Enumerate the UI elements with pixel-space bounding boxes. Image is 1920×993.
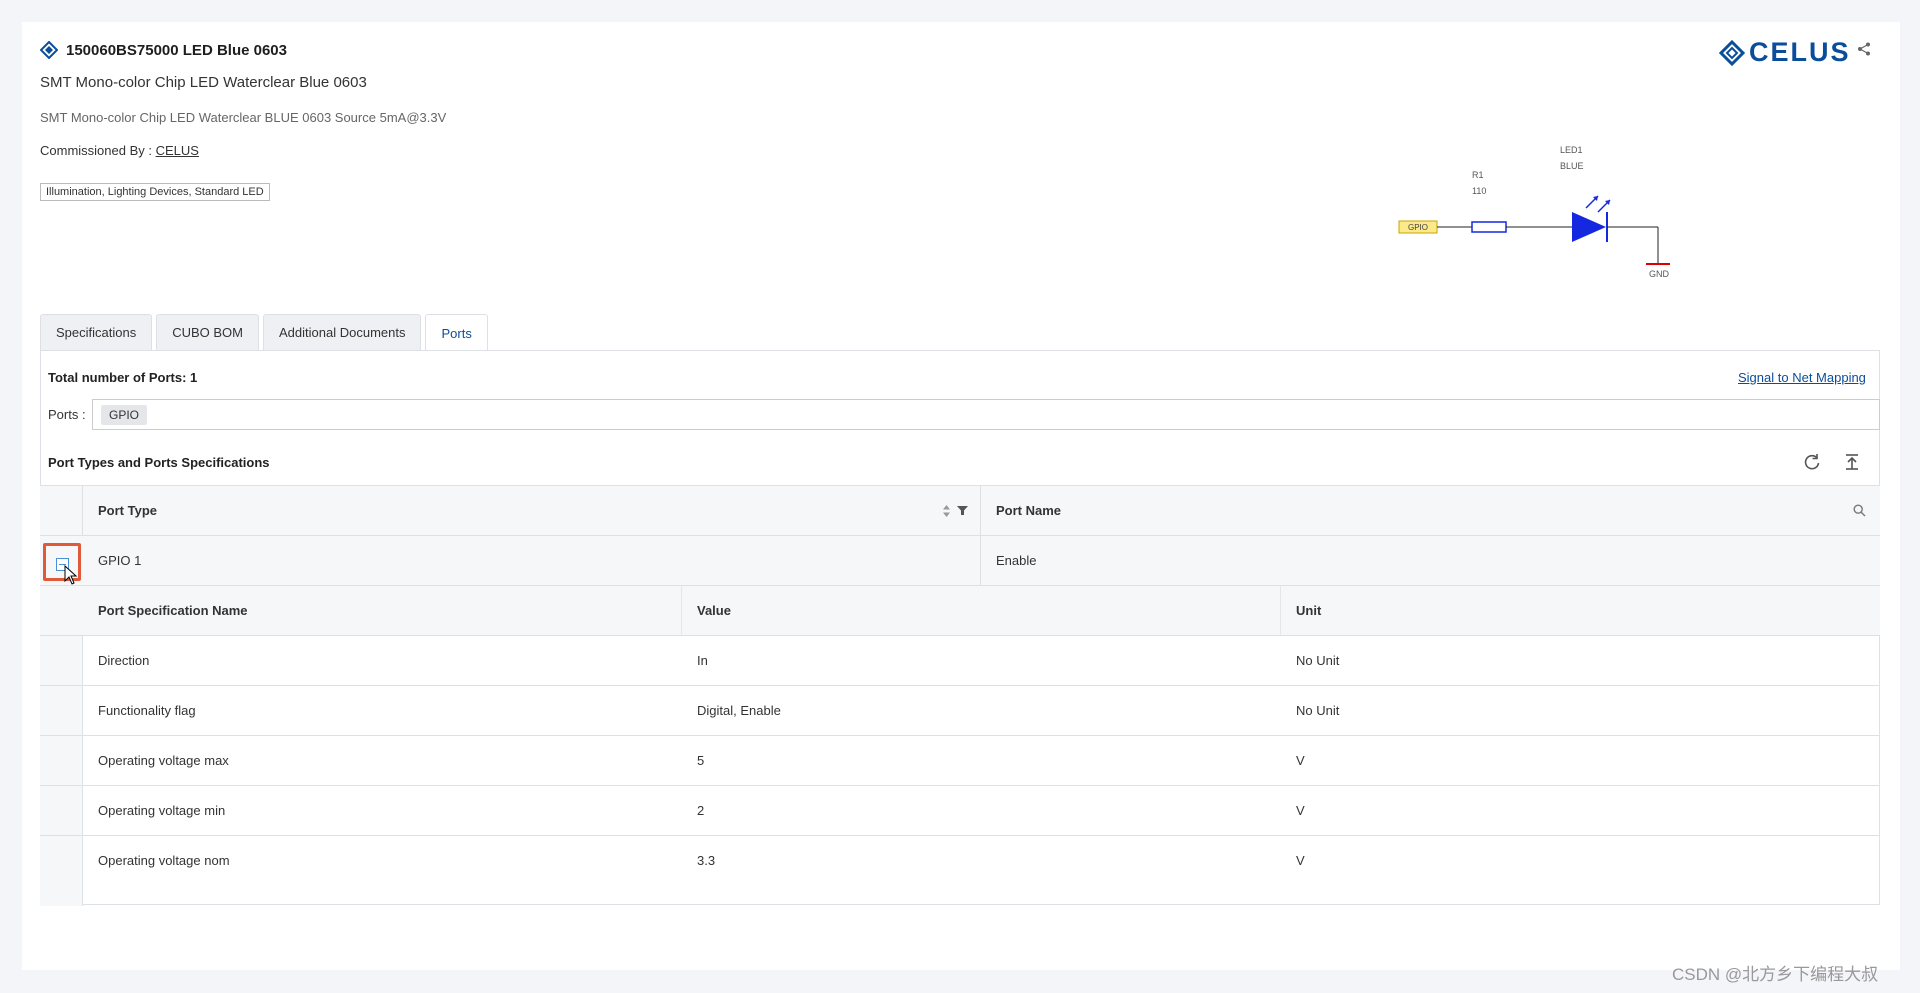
- export-icon[interactable]: [1842, 452, 1862, 472]
- port-type-header-label: Port Type: [98, 503, 157, 518]
- part-diamond-icon: [40, 41, 58, 59]
- table-row[interactable]: GPIO 1 Enable: [40, 536, 1880, 586]
- commissioned-label: Commissioned By :: [40, 143, 152, 158]
- spec-value-cell: In: [697, 653, 708, 668]
- spec-unit-cell: V: [1296, 753, 1305, 768]
- port-types-grid: Port Type Port Name GPIO 1 Enable Port S…: [40, 485, 1880, 906]
- port-name-header[interactable]: Port Name: [981, 486, 1880, 535]
- spec-name-cell: Operating voltage nom: [98, 853, 230, 868]
- led-ref-label: LED1: [1560, 145, 1583, 155]
- part-description: SMT Mono-color Chip LED Waterclear BLUE …: [40, 110, 447, 125]
- tab-cubo-bom[interactable]: CUBO BOM: [156, 314, 260, 350]
- sort-icon[interactable]: [942, 504, 951, 518]
- table-row: Operating voltage min 2 V: [40, 786, 1880, 836]
- gpio-port-label: GPIO: [1408, 223, 1428, 232]
- celus-diamond-icon: [1719, 39, 1745, 66]
- detail-header-name[interactable]: Port Specification Name: [83, 586, 682, 635]
- celus-logo: CELUS: [1719, 37, 1851, 68]
- spec-name-cell: Direction: [98, 653, 150, 668]
- category-tags: Illumination, Lighting Devices, Standard…: [40, 183, 270, 201]
- grid-header-row: Port Type Port Name: [40, 486, 1880, 536]
- table-row: Operating voltage max 5 V: [40, 736, 1880, 786]
- port-name-cell: Enable: [996, 553, 1037, 568]
- tab-bar: Specifications CUBO BOM Additional Docum…: [40, 314, 488, 351]
- tab-ports[interactable]: Ports: [425, 314, 488, 351]
- detail-header-row: Port Specification Name Value Unit: [40, 586, 1880, 636]
- table-row: Direction In No Unit: [40, 636, 1880, 686]
- table-row: Operating voltage nom 3.3 V: [40, 836, 1880, 886]
- cursor-icon: [64, 565, 78, 585]
- led-symbol: [1572, 212, 1606, 242]
- detail-header-unit[interactable]: Unit: [1281, 586, 1880, 635]
- port-type-header[interactable]: Port Type: [83, 486, 981, 535]
- part-subtitle: SMT Mono-color Chip LED Waterclear Blue …: [40, 74, 367, 91]
- refresh-icon[interactable]: [1802, 452, 1822, 472]
- tab-specifications[interactable]: Specifications: [40, 314, 153, 350]
- port-chip-gpio[interactable]: GPIO: [101, 404, 148, 425]
- port-name-header-label: Port Name: [996, 503, 1062, 518]
- port-type-cell: GPIO 1: [83, 536, 981, 585]
- filter-icon[interactable]: [957, 505, 968, 516]
- port-types-title: Port Types and Ports Specifications: [48, 455, 270, 470]
- commissioned-by-link[interactable]: CELUS: [156, 143, 199, 158]
- spec-value-cell: 2: [697, 803, 705, 818]
- spec-value-cell: Digital, Enable: [697, 703, 781, 718]
- spec-value-cell: 3.3: [697, 853, 716, 868]
- spec-name-cell: Operating voltage min: [98, 803, 226, 818]
- table-row: Functionality flag Digital, Enable No Un…: [40, 686, 1880, 736]
- part-title: 150060BS75000 LED Blue 0603: [66, 41, 287, 59]
- ports-field-label: Ports :: [48, 407, 86, 422]
- detail-header-value[interactable]: Value: [682, 586, 1281, 635]
- part-detail-card: 150060BS75000 LED Blue 0603 SMT Mono-col…: [22, 22, 1900, 970]
- resistor-symbol: [1471, 221, 1507, 233]
- spec-unit-cell: V: [1296, 803, 1305, 818]
- gnd-label: GND: [1649, 269, 1670, 279]
- led-color-label: BLUE: [1560, 161, 1584, 171]
- spec-name-cell: Operating voltage max: [98, 753, 229, 768]
- ports-total: Total number of Ports: 1: [48, 370, 198, 385]
- ports-input[interactable]: GPIO: [92, 399, 1880, 430]
- watermark: CSDN @北方乡下编程大叔: [1672, 965, 1879, 984]
- schematic-diagram: LED1 BLUE R1 110 GPIO GND: [1398, 145, 1670, 279]
- search-icon[interactable]: [1853, 504, 1866, 517]
- logo-text: CELUS: [1749, 37, 1851, 67]
- spec-name-cell: Functionality flag: [98, 703, 196, 718]
- spec-value-cell: 5: [697, 753, 705, 768]
- share-icon[interactable]: [1857, 42, 1871, 61]
- commissioned-by: Commissioned By : CELUS: [40, 143, 199, 158]
- tab-additional-documents[interactable]: Additional Documents: [263, 314, 422, 350]
- spec-unit-cell: No Unit: [1296, 653, 1340, 668]
- resistor-ref-label: R1: [1472, 170, 1484, 180]
- resistor-value-label: 110: [1472, 186, 1486, 196]
- spec-unit-cell: No Unit: [1296, 703, 1340, 718]
- title-row: 150060BS75000 LED Blue 0603: [40, 41, 287, 59]
- signal-to-net-mapping-link[interactable]: Signal to Net Mapping: [1738, 370, 1866, 385]
- spec-unit-cell: V: [1296, 853, 1305, 868]
